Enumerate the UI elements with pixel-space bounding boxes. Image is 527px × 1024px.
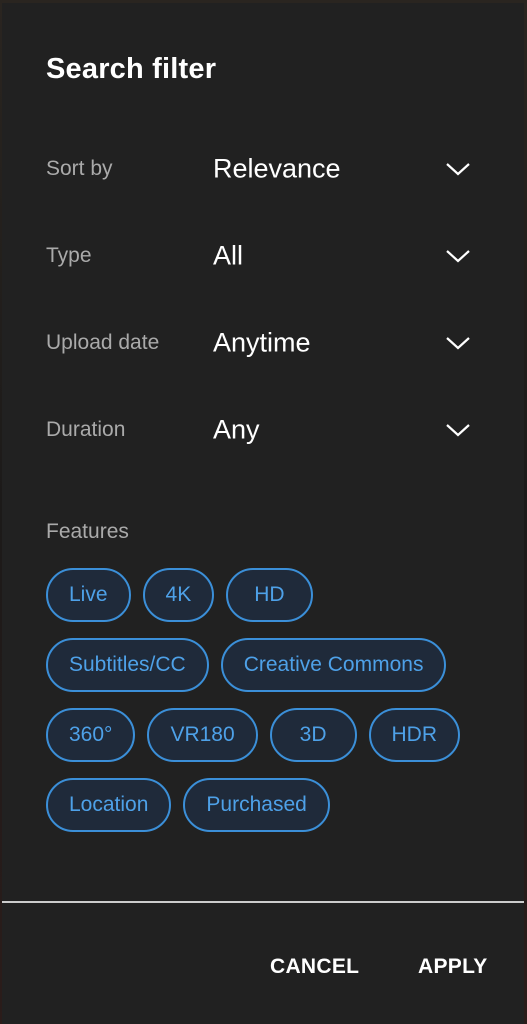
chip-vr180[interactable]: VR180: [147, 708, 258, 762]
chip-row: Live 4K HD: [46, 568, 486, 622]
chevron-down-icon[interactable]: [445, 248, 471, 264]
chip-3d[interactable]: 3D: [269, 708, 357, 762]
search-filter-dialog: Search filter Sort by Relevance Type All…: [2, 3, 524, 1024]
duration-label: Duration: [46, 418, 126, 441]
apply-button[interactable]: APPLY: [418, 955, 488, 979]
duration-dropdown[interactable]: Duration Any: [2, 400, 524, 460]
chip-creative-commons[interactable]: Creative Commons: [220, 638, 447, 692]
upload-date-label: Upload date: [46, 331, 160, 354]
chevron-down-icon[interactable]: [445, 422, 471, 438]
duration-value[interactable]: Any: [213, 415, 260, 446]
chip-purchased[interactable]: Purchased: [183, 778, 330, 832]
chip-row: Subtitles/CC Creative Commons: [46, 638, 486, 692]
chip-live[interactable]: Live: [46, 568, 131, 622]
type-dropdown[interactable]: Type All: [2, 226, 524, 286]
sort-by-value[interactable]: Relevance: [213, 154, 341, 185]
features-label: Features: [46, 520, 129, 543]
upload-date-value[interactable]: Anytime: [213, 328, 311, 359]
cancel-button[interactable]: CANCEL: [270, 955, 359, 979]
chevron-down-icon[interactable]: [445, 335, 471, 351]
sort-by-dropdown[interactable]: Sort by Relevance: [2, 139, 524, 199]
chip-hdr[interactable]: HDR: [368, 708, 461, 762]
sort-by-label: Sort by: [46, 157, 113, 180]
chip-hd[interactable]: HD: [226, 568, 313, 622]
chevron-down-icon[interactable]: [445, 161, 471, 177]
feature-chips: Live 4K HD Subtitles/CC Creative Commons…: [46, 568, 486, 848]
type-label: Type: [46, 244, 92, 267]
chip-location[interactable]: Location: [46, 778, 172, 832]
chip-4k[interactable]: 4K: [142, 568, 215, 622]
chip-row: 360° VR180 3D HDR: [46, 708, 486, 762]
chip-360[interactable]: 360°: [46, 708, 136, 762]
type-value[interactable]: All: [213, 241, 243, 272]
chip-row: Location Purchased: [46, 778, 486, 832]
chip-subtitles-cc[interactable]: Subtitles/CC: [46, 638, 209, 692]
upload-date-dropdown[interactable]: Upload date Anytime: [2, 313, 524, 373]
divider: [2, 901, 524, 903]
dialog-title: Search filter: [46, 53, 217, 85]
